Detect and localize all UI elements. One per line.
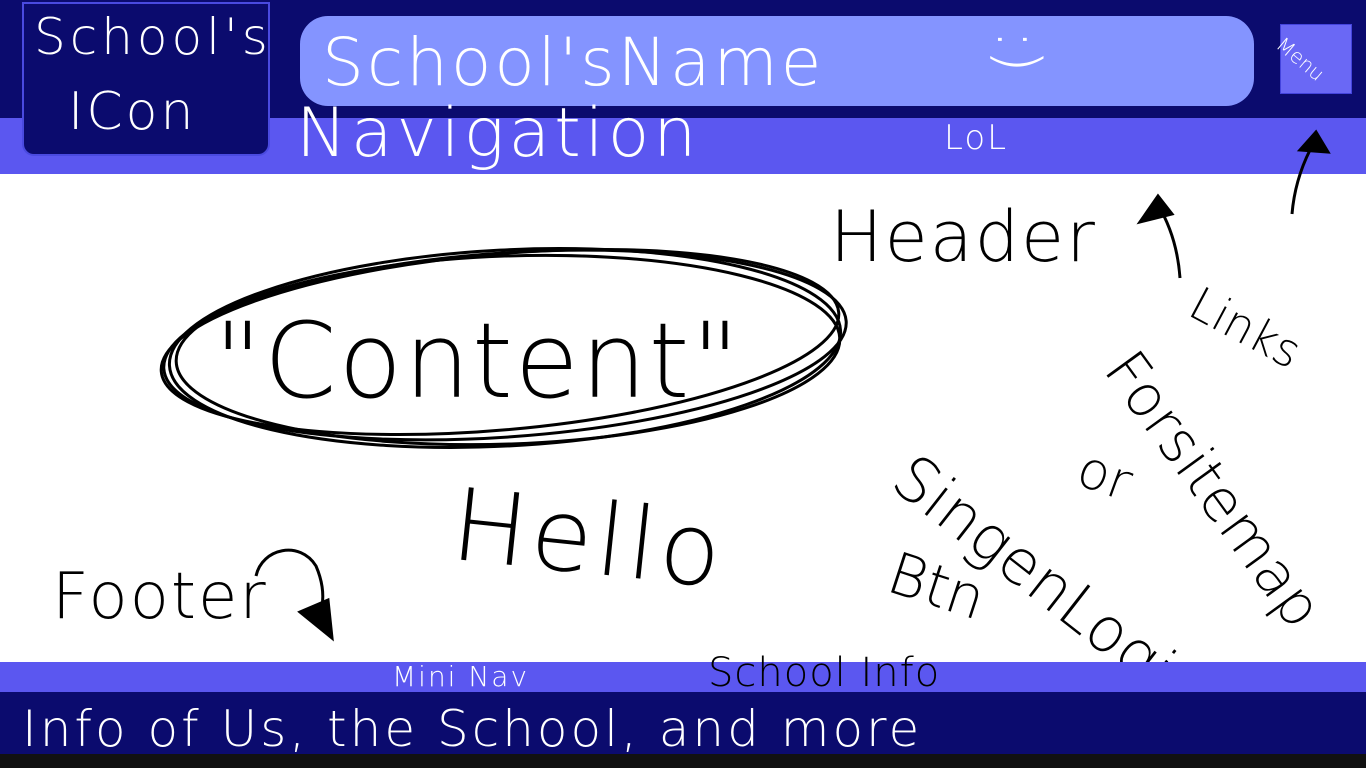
school-info-label[interactable]: School Info <box>708 650 940 696</box>
menu-arrow-icon <box>1290 129 1331 215</box>
mini-nav-label[interactable]: Mini Nav <box>392 660 529 693</box>
mini-nav-bar[interactable] <box>0 662 1366 692</box>
footer-annotation: Footer <box>52 560 268 634</box>
header-annotation: Header <box>830 196 1097 278</box>
footer-info-text: Info of Us, the School, and more <box>22 700 923 758</box>
content-label: "Content" <box>214 300 742 422</box>
header-arrow-icon <box>1136 193 1182 279</box>
